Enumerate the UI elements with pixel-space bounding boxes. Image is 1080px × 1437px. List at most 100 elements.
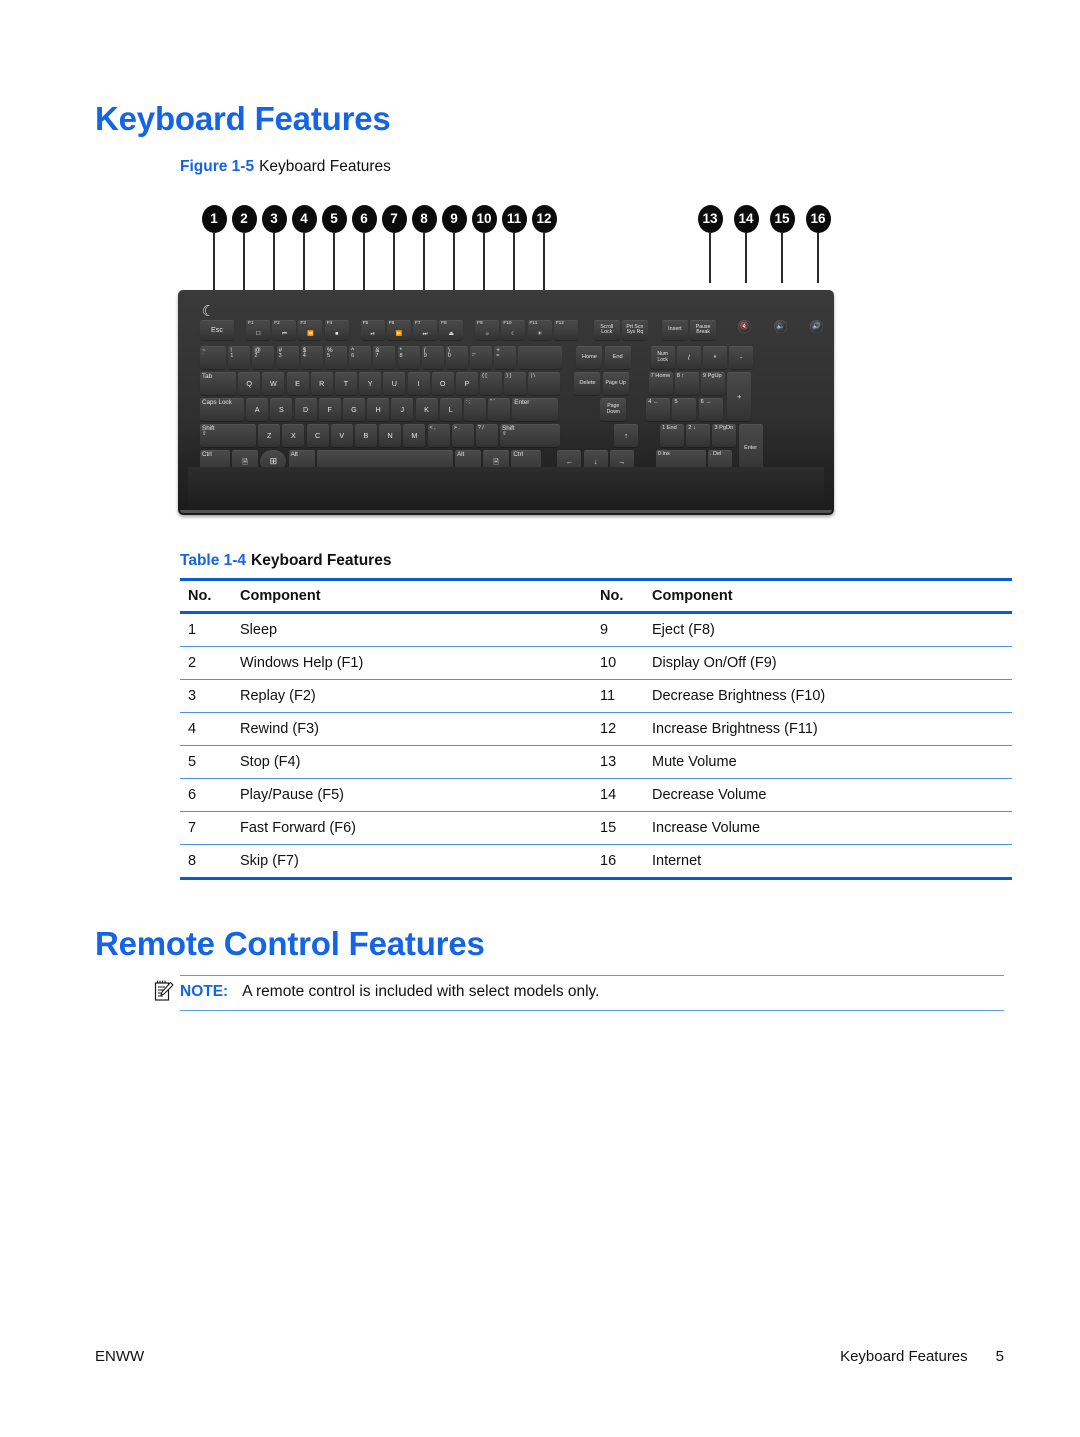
note-box: NOTE: A remote control is included with …: [154, 975, 1004, 1011]
key-3: #3: [276, 346, 299, 369]
cell-no: 3: [180, 679, 240, 713]
key-f6: F6 ⏩: [386, 320, 411, 340]
key-d: D: [294, 398, 317, 421]
callout-13: 13: [697, 205, 723, 283]
key-numpad-divide: /: [676, 346, 701, 369]
key-end: End: [604, 346, 631, 369]
page-title-remote-control-features: Remote Control Features: [95, 925, 485, 962]
key-h: H: [367, 398, 390, 421]
key-f3: F3 ⏪: [298, 320, 323, 340]
help-glyph: ☐: [255, 331, 261, 338]
callout-stem: [333, 233, 335, 295]
key-s: S: [270, 398, 293, 421]
key-u: U: [383, 372, 406, 395]
footer-right-group: Keyboard Features 5: [840, 1348, 1004, 1365]
key-6: ^ 6: [349, 346, 372, 369]
callout-stem: [213, 233, 215, 295]
table-row: 4 Rewind (F3) 12 Increase Brightness (F1…: [180, 712, 1012, 746]
note-inner: NOTE: A remote control is included with …: [154, 980, 1004, 1001]
callout-bubble: 3: [261, 205, 287, 233]
callout-bubble: 15: [769, 205, 795, 233]
footer-page-number: 5: [995, 1348, 1004, 1365]
table-header-row: No. Component No. Component: [180, 578, 1012, 614]
callout-bubble: 9: [441, 205, 467, 233]
key-q: Q: [238, 372, 261, 395]
key-o: O: [431, 372, 454, 395]
keyboard-caps-row: Caps Lock A S D F G H J K L : ; " ' Ente…: [200, 398, 723, 421]
callout-11: 11: [501, 205, 527, 295]
cell-no: 7: [180, 811, 240, 845]
key-c: C: [306, 424, 329, 447]
key-f: F: [318, 398, 341, 421]
cell-no-2: 13: [600, 745, 652, 779]
table-head: No. Component No. Component: [180, 578, 1012, 614]
callout-bubble: 2: [231, 205, 257, 233]
cell-no: 5: [180, 745, 240, 779]
key-slash: ? /: [475, 424, 498, 447]
callout-12: 12: [531, 205, 557, 295]
key-bracket-left: { [: [480, 372, 503, 395]
callout-2: 2: [231, 205, 257, 295]
cell-no-2: 15: [600, 811, 652, 845]
callout-bubble: 8: [411, 205, 437, 233]
keyboard-base: [188, 467, 824, 509]
key-scroll-lock: Scroll Lock: [593, 320, 620, 340]
key-7: & 7: [373, 346, 396, 369]
keyboard-number-row: ~ ` ! 1 @2 #3 $4 % 5 ^ 6 & 7 * 8 (9 ) 0 _ - + = H…: [200, 346, 754, 369]
callout-stem: [363, 233, 365, 295]
cell-component-2: Decrease Brightness (F10): [652, 679, 1012, 713]
key-f9: F9 ☼: [475, 320, 500, 340]
callout-5: 5: [321, 205, 347, 295]
key-w: W: [262, 372, 285, 395]
keyboard-illustration: ☾ Esc F1 ☐ F2 ⏮ F3 ⏪ F4 ■ F5 ⏯ F6 ⏩ F7 ⏭ F8 ⏏ F9…: [178, 290, 834, 515]
cell-no: 1: [180, 612, 240, 647]
key-l: L: [439, 398, 462, 421]
key-pause-break: Pause Break: [690, 320, 717, 340]
media-button-decrease-volume: 🔈: [774, 320, 788, 333]
cell-component-2: Decrease Volume: [652, 778, 1012, 812]
key-e: E: [286, 372, 309, 395]
key-2: @2: [252, 346, 275, 369]
footer-left: ENWW: [95, 1348, 145, 1365]
callout-bubble: 4: [291, 205, 317, 233]
cell-component: Stop (F4): [240, 745, 600, 779]
col-header-no-1: No.: [180, 578, 240, 614]
table-row: 6 Play/Pause (F5) 14 Decrease Volume: [180, 778, 1012, 812]
key-f7: F7 ⏭: [412, 320, 437, 340]
cell-component-2: Increase Brightness (F11): [652, 712, 1012, 746]
key-t: T: [334, 372, 357, 395]
key-f5: F5 ⏯: [360, 320, 385, 340]
key-arrow-up: ↑: [614, 424, 639, 447]
cell-component-2: Internet: [652, 844, 1012, 880]
key-numpad-4: 4 ←: [646, 398, 671, 421]
decrease-brightness-glyph: ☾: [511, 331, 516, 338]
callout-bubble: 5: [321, 205, 347, 233]
callout-stem: [817, 233, 819, 283]
key-numpad-9: 9 PgUp: [701, 372, 725, 395]
cell-component-2: Increase Volume: [652, 811, 1012, 845]
callout-bubble: 6: [351, 205, 377, 233]
key-grave: ~ `: [200, 346, 226, 369]
callout-3: 3: [261, 205, 287, 295]
table-title: Keyboard Features: [251, 552, 392, 569]
callout-bubble: 10: [471, 205, 497, 233]
key-numpad-minus: -: [729, 346, 754, 369]
callout-stem: [745, 233, 747, 283]
stop-glyph: ■: [335, 331, 339, 338]
key-backslash: | \: [528, 372, 561, 395]
key-m: M: [403, 424, 426, 447]
key-k: K: [415, 398, 438, 421]
figure-keyboard-image: 1 2 3 4 5 6 7 8 9 10 11 12 13 14 15 16 ☾…: [178, 205, 838, 515]
rewind-glyph: ⏪: [307, 331, 314, 338]
key-caps-lock: Caps Lock: [200, 398, 244, 421]
key-numpad-6: 6 →: [698, 398, 723, 421]
key-shift-right: Shift ⇧: [500, 424, 561, 447]
key-num-lock: Num Lock: [650, 346, 675, 369]
key-9: (9: [421, 346, 444, 369]
callout-bubble: 14: [733, 205, 759, 233]
callout-8: 8: [411, 205, 437, 295]
cell-no: 8: [180, 844, 240, 880]
callout-6: 6: [351, 205, 377, 295]
callout-bubble: 7: [381, 205, 407, 233]
key-f10: F10 ☾: [501, 320, 526, 340]
